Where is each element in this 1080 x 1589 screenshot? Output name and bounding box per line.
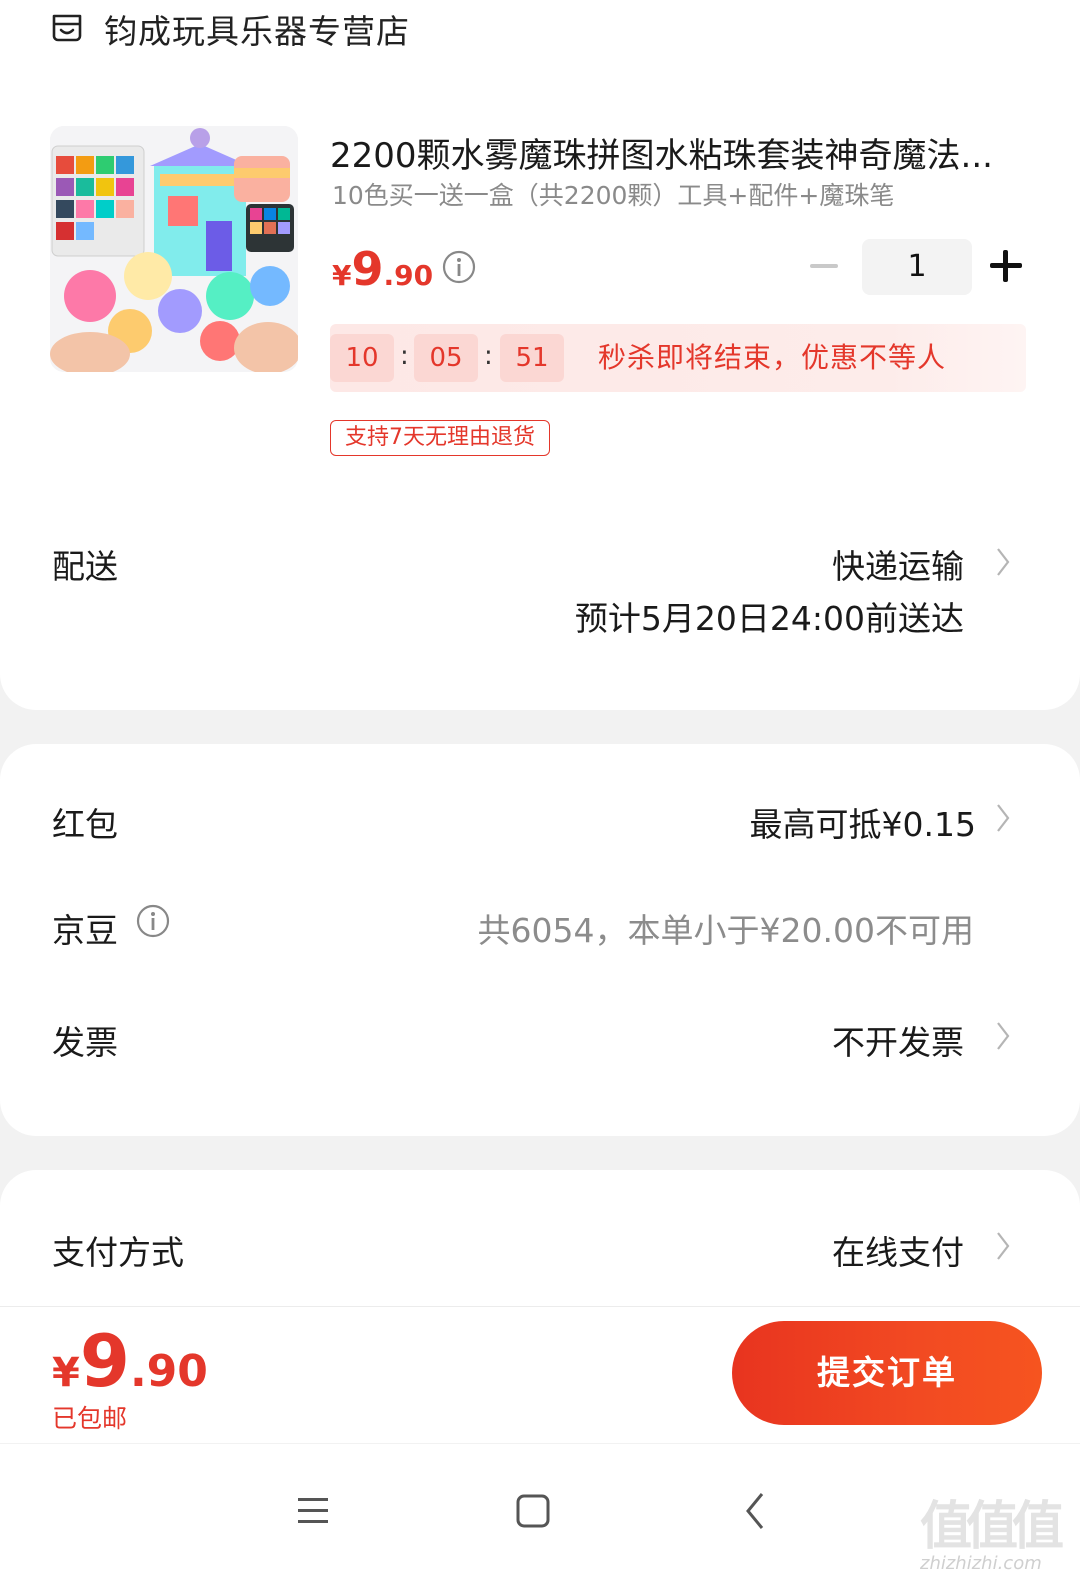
- discount-card: 红包 最高可抵¥0.15 京豆 共6054，本单小于¥20.00不可用 发票 不…: [0, 744, 1080, 1136]
- invoice-label: 发票: [52, 1023, 118, 1062]
- jingdou-label: 京豆: [52, 911, 118, 950]
- total-symbol: ¥: [52, 1350, 80, 1396]
- product-thumbnail[interactable]: [50, 126, 298, 372]
- chevron-right-icon: [997, 804, 1010, 832]
- red-packet-label: 红包: [52, 805, 118, 844]
- price-info-icon[interactable]: [442, 250, 476, 284]
- price-decimal: .90: [383, 259, 434, 292]
- product-image: [50, 126, 298, 372]
- countdown-separator: :: [400, 341, 409, 371]
- system-nav-bar: 值值值 zhizhizhi.com: [0, 1444, 1080, 1589]
- total-decimal: .90: [129, 1346, 208, 1397]
- jingdou-value: 共6054，本单小于¥20.00不可用: [477, 911, 974, 950]
- price-integer: 9: [351, 242, 384, 296]
- invoice-value: 不开发票: [832, 1023, 964, 1062]
- quantity-increase-button[interactable]: [990, 250, 1022, 282]
- payment-method-value: 在线支付: [832, 1233, 964, 1272]
- price-symbol: ¥: [332, 259, 352, 292]
- watermark-glyphs: 值值值: [920, 1497, 1064, 1557]
- checkout-bar: ¥ 9 .90 已包邮 提交订单: [0, 1306, 1080, 1443]
- store-header[interactable]: 钧成玩具乐器专营店: [50, 4, 410, 54]
- product-card: 钧成玩具乐器专营店 2200颗水雾魔珠拼图水粘珠套装神奇魔法... 10色买一送…: [0, 0, 1080, 710]
- chevron-right-icon: [997, 1232, 1010, 1260]
- product-price: ¥ 9 .90: [332, 242, 433, 296]
- red-packet-value: 最高可抵¥0.15: [749, 805, 976, 844]
- store-icon: [52, 14, 82, 42]
- total-integer: 9: [79, 1319, 130, 1403]
- payment-method-label: 支付方式: [52, 1233, 184, 1272]
- seckill-banner: 10 : 05 : 51 秒杀即将结束，优惠不等人: [330, 324, 1026, 392]
- chevron-right-icon: [997, 548, 1010, 576]
- countdown-seconds: 51: [500, 334, 564, 382]
- delivery-method: 快递运输: [832, 547, 964, 586]
- total-price: ¥ 9 .90: [52, 1319, 208, 1403]
- seckill-text: 秒杀即将结束，优惠不等人: [598, 341, 947, 374]
- countdown-minutes: 05: [414, 334, 478, 382]
- quantity-value[interactable]: 1: [862, 239, 972, 295]
- product-spec[interactable]: 10色买一送一盒（共2200颗）工具+配件+魔珠笔: [332, 176, 894, 212]
- countdown-hours: 10: [330, 334, 394, 382]
- submit-order-button[interactable]: 提交订单: [732, 1321, 1042, 1425]
- quantity-decrease-button[interactable]: [808, 254, 842, 278]
- product-title[interactable]: 2200颗水雾魔珠拼图水粘珠套装神奇魔法...: [330, 128, 1030, 177]
- return-policy-badge: 支持7天无理由退货: [330, 420, 550, 456]
- jingdou-info-icon[interactable]: [136, 904, 170, 938]
- watermark-logo: 值值值 zhizhizhi.com: [920, 1484, 1070, 1584]
- delivery-label: 配送: [52, 547, 118, 586]
- chevron-right-icon: [997, 1022, 1010, 1050]
- menu-icon[interactable]: [288, 1486, 338, 1536]
- delivery-eta: 预计5月20日24:00前送达: [574, 599, 964, 638]
- countdown-separator: :: [484, 341, 493, 371]
- store-name: 钧成玩具乐器专营店: [104, 12, 410, 51]
- home-icon[interactable]: [508, 1486, 558, 1536]
- back-icon[interactable]: [732, 1486, 782, 1536]
- shipping-note: 已包邮: [52, 1404, 128, 1433]
